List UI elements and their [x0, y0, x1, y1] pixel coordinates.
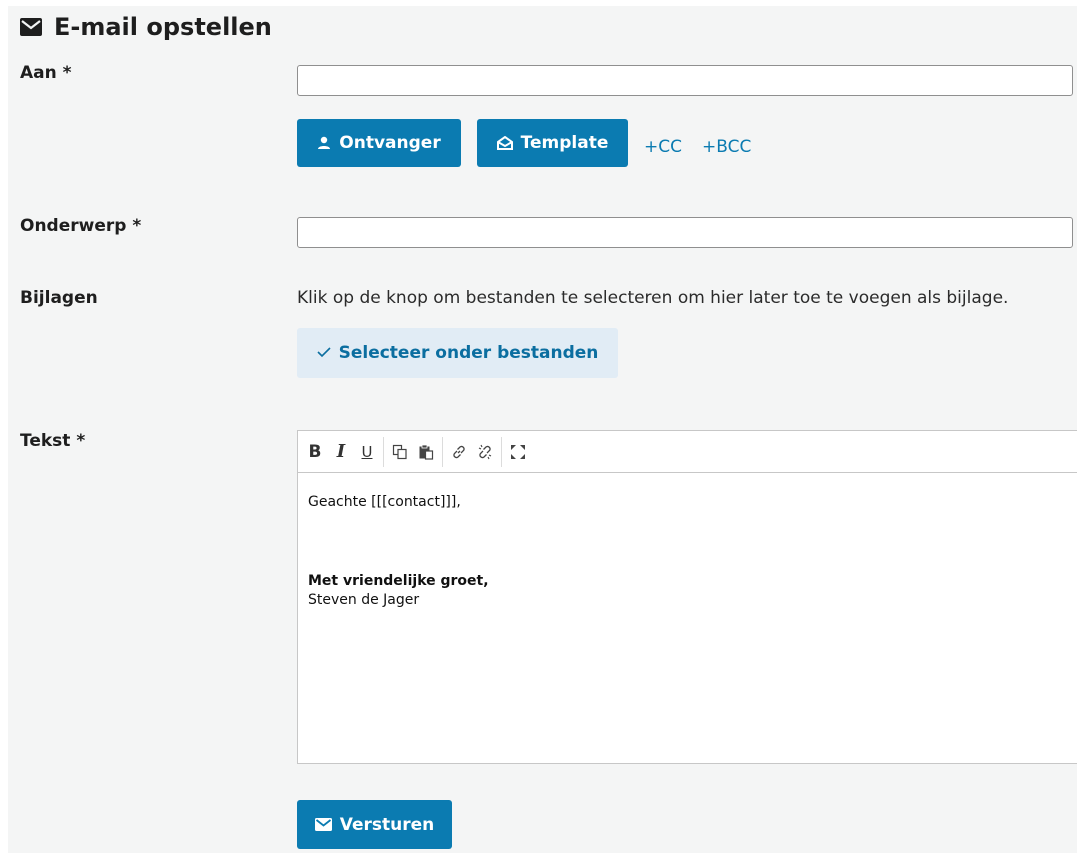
recipient-button[interactable]: Ontvanger	[297, 119, 461, 167]
select-files-button[interactable]: Selecteer onder bestanden	[297, 328, 618, 378]
page-title: E-mail opstellen	[20, 13, 272, 41]
editor-content[interactable]: Geachte [[[contact]]], Met vriendelijke …	[298, 473, 1077, 630]
to-label: Aan *	[20, 63, 72, 83]
bold-button[interactable]: B	[302, 439, 328, 465]
select-files-label: Selecteer onder bestanden	[338, 343, 599, 363]
send-button-label: Versturen	[339, 814, 435, 835]
maximize-icon[interactable]	[505, 439, 531, 465]
add-bcc-link[interactable]: +BCC	[702, 137, 751, 157]
template-button[interactable]: Template	[477, 119, 628, 167]
send-button[interactable]: Versturen	[297, 800, 452, 849]
link-icon[interactable]	[446, 439, 472, 465]
to-input[interactable]	[297, 65, 1073, 96]
toolbar-divider	[383, 436, 384, 467]
add-cc-link[interactable]: +CC	[644, 137, 682, 157]
subject-input[interactable]	[297, 217, 1073, 248]
template-button-label: Template	[520, 133, 609, 153]
copy-icon[interactable]	[387, 439, 413, 465]
check-icon	[317, 343, 331, 363]
closing-text: Met vriendelijke groet,	[308, 573, 489, 589]
signature-text: Steven de Jager	[308, 592, 420, 608]
subject-label: Onderwerp *	[20, 216, 142, 236]
toolbar-divider	[501, 436, 502, 467]
recipient-button-label: Ontvanger	[339, 133, 441, 153]
toolbar-divider	[442, 436, 443, 467]
editor-toolbar: B I U	[298, 431, 1077, 473]
page-title-text: E-mail opstellen	[54, 13, 272, 41]
envelope-open-icon	[496, 136, 513, 150]
italic-button[interactable]: I	[328, 439, 354, 465]
user-icon	[317, 136, 331, 150]
attachments-label: Bijlagen	[20, 288, 98, 308]
rich-text-editor[interactable]: B I U Geachte [[[contact]]], Met vriende…	[297, 430, 1077, 764]
greeting-text: Geachte [[[contact]]],	[308, 494, 461, 510]
envelope-icon	[20, 18, 42, 36]
unlink-icon[interactable]	[472, 439, 498, 465]
body-label: Tekst *	[20, 431, 86, 451]
paste-icon[interactable]	[413, 439, 439, 465]
attachments-hint: Klik op de knop om bestanden te selecter…	[297, 288, 1009, 308]
envelope-icon	[314, 818, 332, 831]
underline-button[interactable]: U	[354, 439, 380, 465]
